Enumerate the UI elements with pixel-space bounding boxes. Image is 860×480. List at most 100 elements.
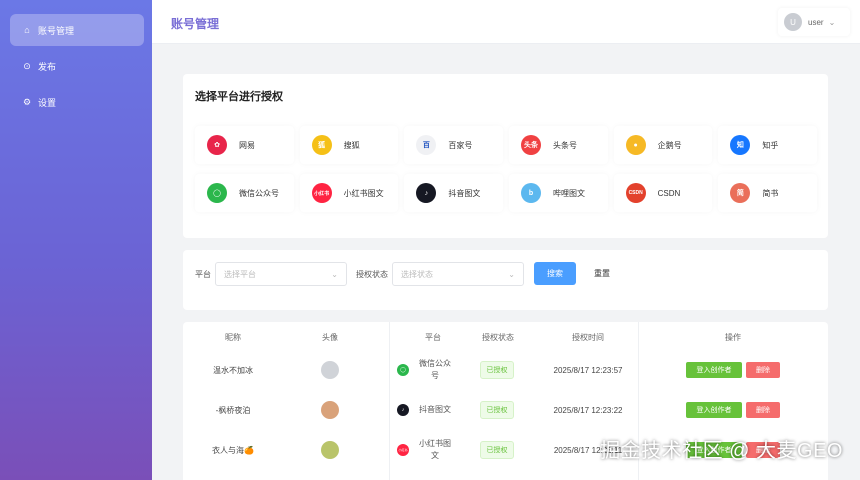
platform-grid: ✿ 网易 狐 搜狐 百 百家号 头条 头条号 ● 企鹅号 知 知乎 ◯ 微信公众号 小红书 小红书图文 ♪ 抖音图…	[195, 126, 817, 212]
auth-time-cell: 2025/8/17 12:23:57	[553, 365, 623, 375]
avatar	[321, 361, 339, 379]
platform-tile[interactable]: 狐 搜狐	[300, 126, 399, 164]
avatar-cell	[295, 350, 365, 390]
sidebar: ⌂ 账号管理 ⊙ 发布 ⚙ 设置	[0, 0, 152, 480]
table-header-cell: 平台	[425, 333, 441, 342]
top-header: 账号管理 U user ⌄	[152, 0, 860, 44]
user-menu[interactable]: U user ⌄	[778, 8, 850, 36]
sidebar-item-label: 账号管理	[38, 25, 75, 36]
platform-name: 抖音图文	[419, 405, 451, 414]
play-circle-icon: ⊙	[23, 60, 31, 71]
platform-card: 选择平台进行授权 ✿ 网易 狐 搜狐 百 百家号 头条 头条号 ● 企鹅号 知 知乎 ◯ 微信公众号 小红书…	[183, 74, 828, 238]
platform-icon: ◯	[397, 364, 409, 376]
sidebar-item-label: 设置	[38, 97, 57, 108]
netease-icon: ✿	[207, 135, 227, 155]
jianshu-icon: 简	[730, 183, 751, 203]
nickname-cell: 温水不加冰	[213, 365, 253, 375]
table-row: -枫桥夜泊 ♪ 抖音图文 已授权 2025/8/17 12:23:22 登入创作者 删除	[183, 390, 828, 430]
status-badge: 已授权	[480, 441, 514, 459]
status-filter-label: 授权状态	[356, 269, 388, 279]
platform-name: 企鹅号	[657, 140, 682, 150]
sidebar-item-2[interactable]: ⚙ 设置	[10, 86, 144, 118]
filter-card: 平台 选择平台 ⌄ 授权状态 选择状态 ⌄ 搜索 重置	[183, 250, 828, 310]
status-badge: 已授权	[480, 361, 514, 379]
sidebar-item-label: 发布	[38, 61, 57, 72]
sidebar-item-0[interactable]: ⌂ 账号管理	[10, 14, 144, 46]
toutiao-icon: 头条	[520, 135, 541, 155]
platform-name: 网易	[239, 140, 255, 150]
platform-tile[interactable]: 知 知乎	[718, 126, 817, 164]
baijiahao-icon: 百	[416, 135, 437, 155]
platform-cell: 小红书 小红书图文	[397, 430, 467, 470]
platform-icon: 小红书	[397, 444, 409, 456]
platform-name: 哔哩图文	[552, 188, 585, 198]
platform-name: 头条号	[552, 140, 577, 150]
platform-name: 知乎	[762, 140, 779, 150]
platform-name: 百家号	[448, 140, 473, 150]
avatar-cell	[295, 430, 365, 470]
avatar	[321, 441, 339, 459]
platform-filter-label: 平台	[195, 269, 211, 279]
nickname-cell: 衣人与海🍊	[212, 445, 254, 455]
status-select[interactable]: 选择状态 ⌄	[392, 262, 524, 286]
platform-section-title: 选择平台进行授权	[195, 91, 283, 103]
delete-button[interactable]: 删除	[746, 362, 780, 378]
platform-select[interactable]: 选择平台 ⌄	[215, 262, 347, 286]
platform-filter: 平台 选择平台 ⌄	[195, 262, 347, 286]
platform-name: 小红书图文	[343, 188, 384, 198]
platform-tile[interactable]: ● 企鹅号	[614, 126, 713, 164]
table-header-cell: 授权状态	[482, 333, 514, 342]
sidebar-item-1[interactable]: ⊙ 发布	[10, 50, 144, 82]
platform-name: 小红书图文	[419, 439, 451, 460]
enter-creator-button[interactable]: 登入创作者	[686, 362, 742, 378]
platform-name: 微信公众号	[419, 359, 451, 380]
avatar: U	[784, 13, 802, 31]
platform-tile[interactable]: ✿ 网易	[195, 126, 294, 164]
watermark-text: 掘金技术社区 @ 大麦GEO	[600, 440, 843, 462]
search-button[interactable]: 搜索	[534, 262, 576, 285]
status-filter: 授权状态 选择状态 ⌄	[356, 262, 524, 286]
chevron-down-icon: ⌄	[828, 17, 836, 27]
delete-button[interactable]: 删除	[746, 402, 780, 418]
reset-button[interactable]: 重置	[582, 262, 622, 285]
avatar-cell	[295, 390, 365, 430]
platform-name: 搜狐	[343, 140, 360, 150]
platform-tile[interactable]: ◯ 微信公众号	[195, 174, 294, 212]
platform-tile[interactable]: b 哔哩图文	[509, 174, 608, 212]
platform-tile[interactable]: 头条 头条号	[509, 126, 608, 164]
auth-time-cell: 2025/8/17 12:23:22	[553, 405, 623, 415]
qiehao-icon: ●	[625, 135, 646, 155]
platform-cell: ◯ 微信公众号	[397, 350, 467, 390]
table-header-cell: 头像	[322, 333, 338, 342]
platform-tile[interactable]: 百 百家号	[404, 126, 503, 164]
platform-tile[interactable]: CSDN CSDN	[614, 174, 713, 212]
avatar	[321, 401, 339, 419]
zhihu-icon: 知	[730, 135, 751, 155]
platform-icon: ♪	[397, 404, 409, 416]
platform-tile[interactable]: 简 简书	[718, 174, 817, 212]
platform-name: CSDN	[657, 188, 681, 198]
platform-cell: ♪ 抖音图文	[397, 390, 467, 430]
csdn-icon: CSDN	[625, 183, 646, 203]
status-select-placeholder: 选择状态	[401, 269, 433, 279]
bilibili-icon: b	[520, 183, 541, 203]
gear-icon: ⚙	[22, 96, 32, 107]
platform-name: 抖音图文	[448, 188, 481, 198]
platform-name: 微信公众号	[239, 188, 279, 198]
chevron-down-icon: ⌄	[508, 269, 515, 279]
douyin-icon: ♪	[416, 183, 437, 203]
platform-select-placeholder: 选择平台	[224, 269, 256, 279]
nickname-cell: -枫桥夜泊	[215, 405, 251, 415]
status-badge: 已授权	[480, 401, 514, 419]
platform-tile[interactable]: 小红书 小红书图文	[300, 174, 399, 212]
home-icon: ⌂	[24, 25, 30, 35]
page-title: 账号管理	[171, 17, 220, 31]
table-header-cell: 昵称	[225, 333, 241, 342]
table-row: 温水不加冰 ◯ 微信公众号 已授权 2025/8/17 12:23:57 登入创作者 删除	[183, 350, 828, 390]
platform-name: 简书	[762, 188, 779, 198]
user-name: user	[808, 17, 824, 27]
platform-tile[interactable]: ♪ 抖音图文	[404, 174, 503, 212]
enter-creator-button[interactable]: 登入创作者	[686, 402, 742, 418]
chevron-down-icon: ⌄	[331, 269, 338, 279]
table-header-cell: 操作	[725, 333, 741, 342]
